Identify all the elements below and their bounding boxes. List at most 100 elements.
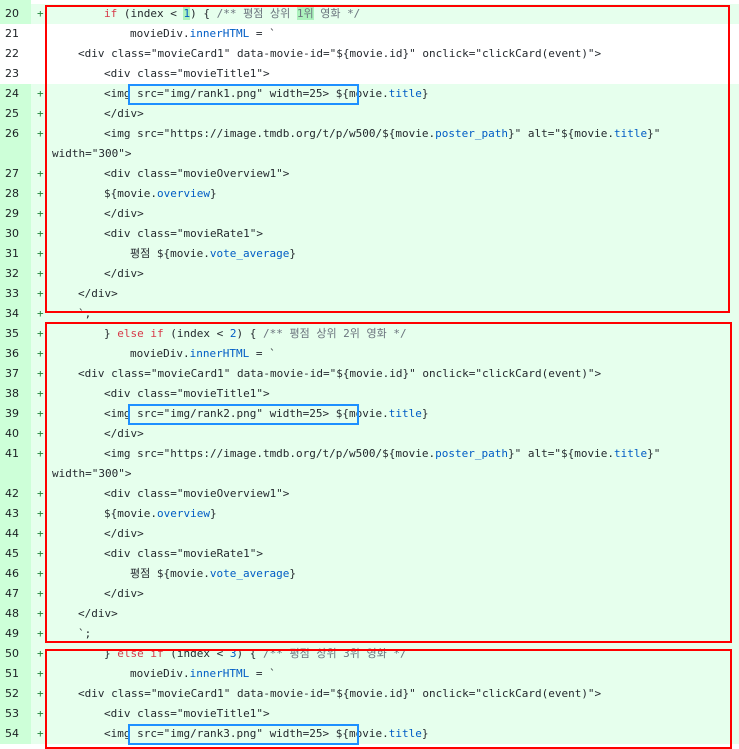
diff-line: 46 + 평점 ${movie.vote_average} xyxy=(0,564,739,584)
code-text: <div class="movieTitle1"> xyxy=(104,64,270,84)
code-token: ${movie. xyxy=(329,727,389,740)
code-token: </div> xyxy=(104,427,144,440)
added-line-marker: + xyxy=(37,607,44,620)
line-number[interactable]: 37 xyxy=(0,364,31,384)
added-line-marker: + xyxy=(37,107,44,120)
line-number[interactable]: 28 xyxy=(0,184,31,204)
added-line-marker: + xyxy=(37,227,44,240)
code-text: ${movie.overview} xyxy=(104,184,217,204)
line-number[interactable]: 26 xyxy=(0,124,31,144)
code-token: ) { xyxy=(190,7,217,20)
added-line-marker: + xyxy=(37,7,44,20)
code-token: <div class="movieCard1" data-movie-id="$… xyxy=(78,47,602,60)
line-number[interactable]: 24 xyxy=(0,84,31,104)
line-number[interactable]: 45 xyxy=(0,544,31,564)
line-number[interactable]: 23 xyxy=(0,64,31,84)
code-token: <img src="img/rank2.png" width=25> xyxy=(104,407,330,420)
code-text: <div class="movieRate1"> xyxy=(104,544,263,564)
line-number[interactable]: 48 xyxy=(0,604,31,624)
line-number[interactable]: 31 xyxy=(0,244,31,264)
line-number[interactable]: 39 xyxy=(0,404,31,424)
code-token: <div class="movieTitle1"> xyxy=(104,387,270,400)
code-text: <div class="movieTitle1"> xyxy=(104,384,270,404)
code-text: `; xyxy=(78,304,91,324)
code-text: <div class="movieOverview1"> xyxy=(104,164,289,184)
added-line-marker: + xyxy=(37,407,44,420)
diff-line: 38 + <div class="movieTitle1"> xyxy=(0,384,739,404)
line-number[interactable]: 46 xyxy=(0,564,31,584)
line-number[interactable]: 27 xyxy=(0,164,31,184)
code-token: movieDiv. xyxy=(130,347,190,360)
line-number[interactable]: 49 xyxy=(0,624,31,644)
line-number[interactable]: 29 xyxy=(0,204,31,224)
line-number[interactable] xyxy=(0,464,31,484)
line-number[interactable]: 43 xyxy=(0,504,31,524)
code-token: title xyxy=(613,127,648,140)
code-token: title xyxy=(388,407,422,420)
line-number[interactable] xyxy=(0,144,31,164)
code-token: title xyxy=(388,727,422,740)
code-token: 평점 ${movie. xyxy=(130,567,210,580)
code-token: </div> xyxy=(104,527,144,540)
diff-line: 23 <div class="movieTitle1"> xyxy=(0,64,739,84)
code-token: </div> xyxy=(78,607,118,620)
code-text: 평점 ${movie.vote_average} xyxy=(130,244,296,264)
line-number[interactable]: 25 xyxy=(0,104,31,124)
code-token: <div class="movieRate1"> xyxy=(104,547,263,560)
code-text: <img src="img/rank2.png" width=25> ${mov… xyxy=(104,404,429,424)
line-number[interactable]: 22 xyxy=(0,44,31,64)
line-number[interactable]: 42 xyxy=(0,484,31,504)
line-number[interactable]: 30 xyxy=(0,224,31,244)
code-token: else if xyxy=(117,647,164,660)
code-text: <div class="movieOverview1"> xyxy=(104,484,289,504)
diff-line: 54 + <img src="img/rank3.png" width=25> ${… xyxy=(0,724,739,744)
diff-line: 24 + <img src="img/rank1.png" width=25> ${… xyxy=(0,84,739,104)
added-line-marker: + xyxy=(37,687,44,700)
code-token: ${movie. xyxy=(104,507,157,520)
added-line-marker: + xyxy=(37,547,44,560)
line-number[interactable]: 38 xyxy=(0,384,31,404)
code-token: </div> xyxy=(104,587,144,600)
line-number[interactable]: 52 xyxy=(0,684,31,704)
line-number[interactable]: 36 xyxy=(0,344,31,364)
diff-line: 52 + <div class="movieCard1" data-movie-id… xyxy=(0,684,739,704)
line-number[interactable]: 53 xyxy=(0,704,31,724)
line-number[interactable]: 40 xyxy=(0,424,31,444)
line-number[interactable]: 50 xyxy=(0,644,31,664)
line-number[interactable]: 34 xyxy=(0,304,31,324)
code-token: <img src="https://image.tmdb.org/t/p/w50… xyxy=(104,127,436,140)
line-number[interactable]: 33 xyxy=(0,284,31,304)
line-number[interactable]: 47 xyxy=(0,584,31,604)
diff-line: 30 + <div class="movieRate1"> xyxy=(0,224,739,244)
added-line-marker: + xyxy=(37,267,44,280)
diff-line: 21 movieDiv.innerHTML = ` xyxy=(0,24,739,44)
code-text: <div class="movieRate1"> xyxy=(104,224,263,244)
line-number[interactable]: 20 xyxy=(0,4,31,24)
added-line-marker: + xyxy=(37,587,44,600)
line-number[interactable]: 41 xyxy=(0,444,31,464)
code-text: if (index < 1) { /** 평점 상위 1위 영화 */ xyxy=(104,4,360,24)
added-line-marker: + xyxy=(37,187,44,200)
added-line-marker: + xyxy=(37,367,44,380)
code-token: = ` xyxy=(249,27,276,40)
code-text: movieDiv.innerHTML = ` xyxy=(130,24,276,44)
added-line-marker: + xyxy=(37,87,44,100)
diff-line: 28 + ${movie.overview} xyxy=(0,184,739,204)
line-number[interactable]: 32 xyxy=(0,264,31,284)
line-number[interactable]: 21 xyxy=(0,24,31,44)
code-token: innerHTML xyxy=(189,347,250,360)
line-number[interactable]: 51 xyxy=(0,664,31,684)
code-token: else if xyxy=(117,327,164,340)
line-number[interactable]: 35 xyxy=(0,324,31,344)
line-number[interactable]: 54 xyxy=(0,724,31,744)
code-token: = ` xyxy=(249,667,276,680)
diff-line: width="300"> xyxy=(0,144,739,164)
code-token: vote_average xyxy=(209,567,290,580)
code-token: }" alt="${movie. xyxy=(508,127,614,140)
diff-line: 27 + <div class="movieOverview1"> xyxy=(0,164,739,184)
diff-line: 20 + if (index < 1) { /** 평점 상위 1위 영화 */ xyxy=(0,4,739,24)
line-number[interactable]: 44 xyxy=(0,524,31,544)
diff-line: 25 + </div> xyxy=(0,104,739,124)
code-token: <div class="movieCard1" data-movie-id="$… xyxy=(78,687,602,700)
diff-line: 31 + 평점 ${movie.vote_average} xyxy=(0,244,739,264)
